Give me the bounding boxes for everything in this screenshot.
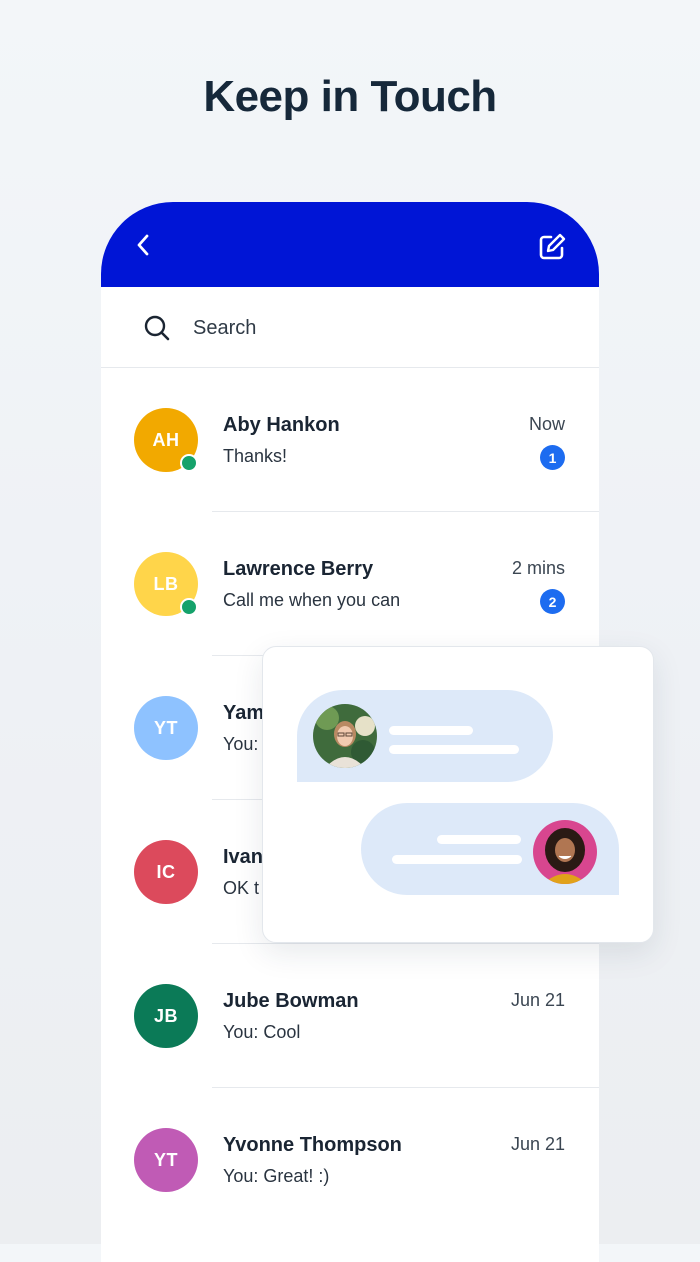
back-button[interactable]: [129, 230, 159, 260]
chat-preview-card: [262, 646, 654, 943]
contact-photo: [533, 820, 597, 884]
message-preview: You:: [223, 734, 259, 754]
message-preview: Thanks!: [223, 446, 288, 466]
conversation-row[interactable]: AH Aby Hankon Thanks! Now 1: [101, 368, 599, 512]
online-indicator: [180, 598, 198, 616]
contact-name: Aby Hankon: [223, 414, 340, 436]
contact-photo: [313, 704, 377, 768]
contact-name: Jube Bowman: [223, 990, 359, 1012]
app-header: [101, 202, 599, 287]
chevron-left-icon: [137, 234, 149, 256]
compose-button[interactable]: [537, 232, 567, 262]
unread-badge: 1: [540, 445, 565, 470]
message-placeholder-line: [389, 726, 473, 735]
message-time: Now: [528, 414, 565, 434]
avatar: IC: [134, 840, 198, 904]
message-placeholder-line: [392, 855, 522, 864]
search-input[interactable]: [191, 309, 525, 347]
incoming-message-bubble: [297, 690, 553, 782]
contact-name: Lawrence Berry: [223, 558, 374, 580]
online-indicator: [180, 454, 198, 472]
compose-edit-icon: [539, 233, 566, 260]
outgoing-message-bubble: [361, 803, 619, 895]
message-preview: Call me when you can: [223, 590, 401, 610]
message-time: Jun 21: [510, 990, 565, 1010]
message-preview: You: Cool: [223, 1022, 301, 1042]
message-placeholder-line: [389, 745, 519, 754]
message-time: Jun 21: [510, 1134, 565, 1154]
conversation-row[interactable]: YT Yvonne Thompson You: Great! :) Jun 21: [101, 1088, 599, 1232]
unread-badge: 2: [540, 589, 565, 614]
avatar: JB: [134, 984, 198, 1048]
contact-name: Ivan: [223, 846, 264, 868]
conversation-row[interactable]: LB Lawrence Berry Call me when you can 2…: [101, 512, 599, 656]
message-preview: You: Great! :): [223, 1166, 330, 1186]
page-headline: Keep in Touch: [203, 72, 497, 121]
avatar: YT: [134, 1128, 198, 1192]
message-preview: OK t: [223, 878, 260, 898]
search-icon: [144, 315, 170, 341]
contact-name: Yvonne Thompson: [223, 1134, 402, 1156]
message-time: 2 mins: [511, 558, 565, 578]
contact-name: Yam: [223, 702, 265, 724]
avatar: YT: [134, 696, 198, 760]
conversation-row[interactable]: JB Jube Bowman You: Cool Jun 21: [101, 944, 599, 1088]
search-bar: [101, 287, 599, 368]
message-placeholder-line: [437, 835, 521, 844]
